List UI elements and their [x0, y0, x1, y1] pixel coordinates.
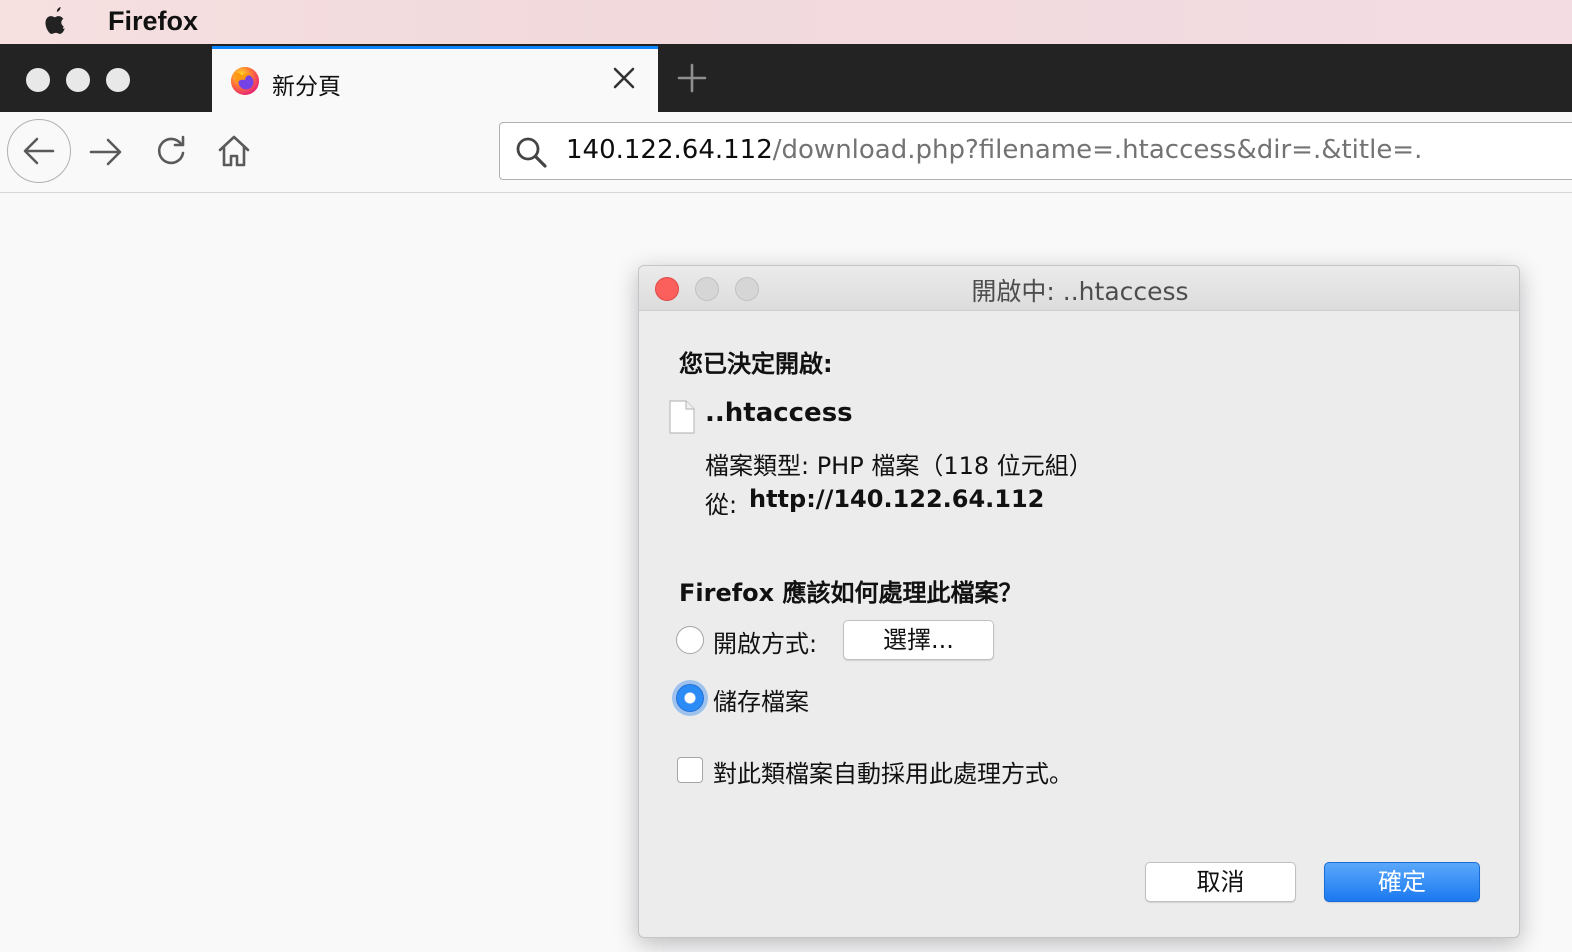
app-menu-firefox[interactable]: Firefox — [108, 6, 198, 37]
open-with-radio[interactable] — [676, 626, 704, 654]
save-file-radio[interactable] — [676, 684, 704, 712]
firefox-logo-icon — [231, 67, 259, 95]
open-with-label[interactable]: 開啟方式: — [713, 624, 817, 659]
url-path: /download.php?filename=.htaccess&dir=.&t… — [772, 135, 1423, 165]
tab-title: 新分頁 — [272, 74, 341, 100]
apple-menu-icon[interactable] — [40, 6, 70, 38]
file-name: ..htaccess — [705, 398, 853, 428]
url-text[interactable]: 140.122.64.112/download.php?filename=.ht… — [566, 135, 1422, 165]
document-icon — [669, 400, 695, 434]
file-type: 檔案類型: PHP 檔案（118 位元組） — [705, 452, 1093, 480]
new-tab-plus-icon[interactable] — [676, 62, 708, 94]
back-arrow-icon — [23, 137, 55, 165]
window-zoom-button[interactable] — [106, 68, 130, 92]
cancel-button[interactable]: 取消 — [1145, 862, 1296, 902]
dialog-body: 您已決定開啟: ..htaccess 檔案類型: PHP 檔案（118 位元組）… — [639, 310, 1519, 939]
handling-question: Firefox 應該如何處理此檔案？ — [679, 579, 1023, 607]
url-host: 140.122.64.112 — [566, 135, 773, 165]
forward-arrow-icon[interactable] — [88, 134, 124, 170]
navigation-toolbar: 140.122.64.112/download.php?filename=.ht… — [0, 112, 1572, 193]
dialog-titlebar: 開啟中: ..htaccess — [639, 266, 1519, 311]
intro-label: 您已決定開啟: — [679, 350, 833, 378]
tab-strip: 新分頁 — [0, 44, 1572, 112]
back-button[interactable] — [7, 119, 71, 183]
menu-bar: Firefox — [0, 0, 1572, 44]
search-icon — [516, 137, 547, 168]
ok-button[interactable]: 確定 — [1324, 862, 1480, 902]
dialog-title: 開啟中: ..htaccess — [971, 277, 1189, 306]
reload-icon[interactable] — [154, 134, 188, 168]
save-file-label[interactable]: 儲存檔案 — [713, 682, 809, 717]
close-tab-icon[interactable] — [610, 64, 638, 92]
window-close-button[interactable] — [26, 68, 50, 92]
auto-handle-checkbox[interactable] — [677, 757, 703, 783]
from-url: http://140.122.64.112 — [749, 485, 1045, 513]
home-icon[interactable] — [216, 133, 252, 169]
choose-application-button[interactable]: 選擇... — [843, 620, 994, 660]
tab-new-tab[interactable]: 新分頁 — [212, 46, 658, 112]
auto-handle-label[interactable]: 對此類檔案自動採用此處理方式。 — [713, 754, 1073, 789]
url-bar[interactable]: 140.122.64.112/download.php?filename=.ht… — [499, 122, 1572, 180]
from-label: 從: — [705, 491, 738, 519]
window-minimize-button[interactable] — [66, 68, 90, 92]
open-file-dialog: 開啟中: ..htaccess 您已決定開啟: ..htaccess 檔案類型:… — [638, 265, 1520, 938]
